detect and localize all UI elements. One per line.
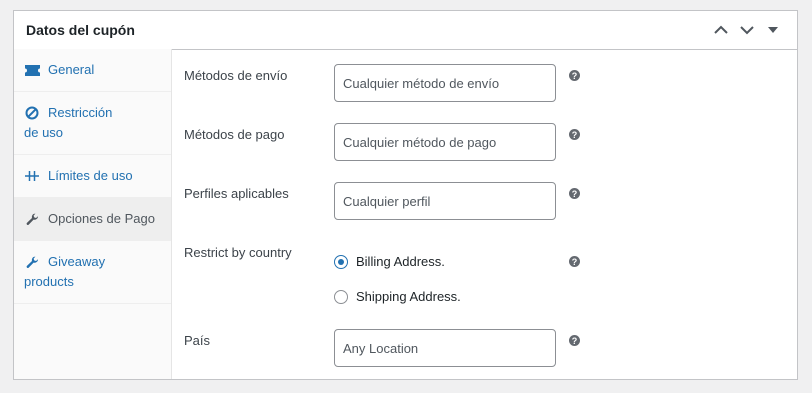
panel-title: Datos del cupón [26, 22, 135, 38]
move-down-button[interactable] [735, 18, 759, 42]
tab-usage-restriction[interactable]: Restricción de uso [14, 92, 171, 155]
coupon-tabs: General Restricción de uso Límites de us… [14, 49, 172, 379]
shipping-methods-placeholder: Cualquier método de envío [343, 75, 500, 91]
tab-giveaway-line2: products [24, 274, 74, 289]
block-icon [24, 103, 40, 123]
shipping-address-label: Shipping Address. [356, 289, 461, 304]
chevron-down-icon [740, 26, 754, 35]
shipping-methods-label: Métodos de envío [184, 68, 288, 83]
help-icon[interactable]: ? [569, 256, 580, 267]
profiles-row: Perfiles aplicables Cualquier perfil [184, 182, 556, 220]
payment-options-panel: Métodos de envío Cualquier método de env… [172, 49, 797, 379]
profiles-label: Perfiles aplicables [184, 186, 289, 201]
toggle-panel-button[interactable] [761, 18, 785, 42]
billing-address-label: Billing Address. [356, 254, 445, 269]
country-select[interactable]: Any Location [334, 329, 556, 367]
wrench-icon [24, 252, 40, 272]
tab-payment-options[interactable]: Opciones de Pago [14, 198, 171, 241]
billing-address-option[interactable]: Billing Address. [334, 254, 445, 269]
ticket-icon [24, 60, 40, 80]
tab-usage-limits[interactable]: Límites de uso [14, 155, 171, 198]
payment-methods-placeholder: Cualquier método de pago [343, 134, 497, 150]
chevron-up-icon [714, 25, 728, 34]
caret-down-icon [768, 27, 778, 33]
country-row: País Any Location [184, 329, 556, 367]
panel-header: Datos del cupón [14, 11, 797, 50]
tab-general-label: General [48, 62, 95, 77]
help-icon[interactable]: ? [569, 70, 580, 81]
payment-methods-select[interactable]: Cualquier método de pago [334, 123, 556, 161]
help-icon[interactable]: ? [569, 129, 580, 140]
profiles-placeholder: Cualquier perfil [343, 193, 431, 209]
shipping-methods-row: Métodos de envío Cualquier método de env… [184, 64, 556, 102]
country-placeholder: Any Location [343, 340, 419, 356]
coupon-data-panel: Datos del cupón General Restricción de u… [13, 10, 798, 380]
profiles-select[interactable]: Cualquier perfil [334, 182, 556, 220]
country-label: País [184, 333, 211, 348]
restrict-country-label: Restrict by country [184, 245, 292, 260]
shipping-address-option[interactable]: Shipping Address. [334, 289, 461, 304]
help-icon[interactable]: ? [569, 335, 580, 346]
billing-address-radio[interactable] [334, 254, 348, 269]
tab-usage-restriction-line2: de uso [24, 125, 64, 140]
header-actions [709, 18, 785, 42]
tab-usage-restriction-line1: Restricción [48, 105, 113, 120]
help-icon[interactable]: ? [569, 188, 580, 199]
tab-giveaway-products[interactable]: Giveaway products [14, 241, 171, 304]
tab-general[interactable]: General [14, 49, 171, 92]
payment-methods-label: Métodos de pago [184, 127, 285, 142]
limit-icon [24, 166, 40, 186]
payment-methods-row: Métodos de pago Cualquier método de pago [184, 123, 556, 161]
shipping-address-radio[interactable] [334, 289, 348, 304]
move-up-button[interactable] [709, 18, 733, 42]
tab-usage-limits-label: Límites de uso [48, 168, 133, 183]
wrench-icon [24, 209, 40, 229]
tab-giveaway-line1: Giveaway [48, 254, 106, 269]
shipping-methods-select[interactable]: Cualquier método de envío [334, 64, 556, 102]
tab-payment-options-label: Opciones de Pago [48, 211, 155, 226]
